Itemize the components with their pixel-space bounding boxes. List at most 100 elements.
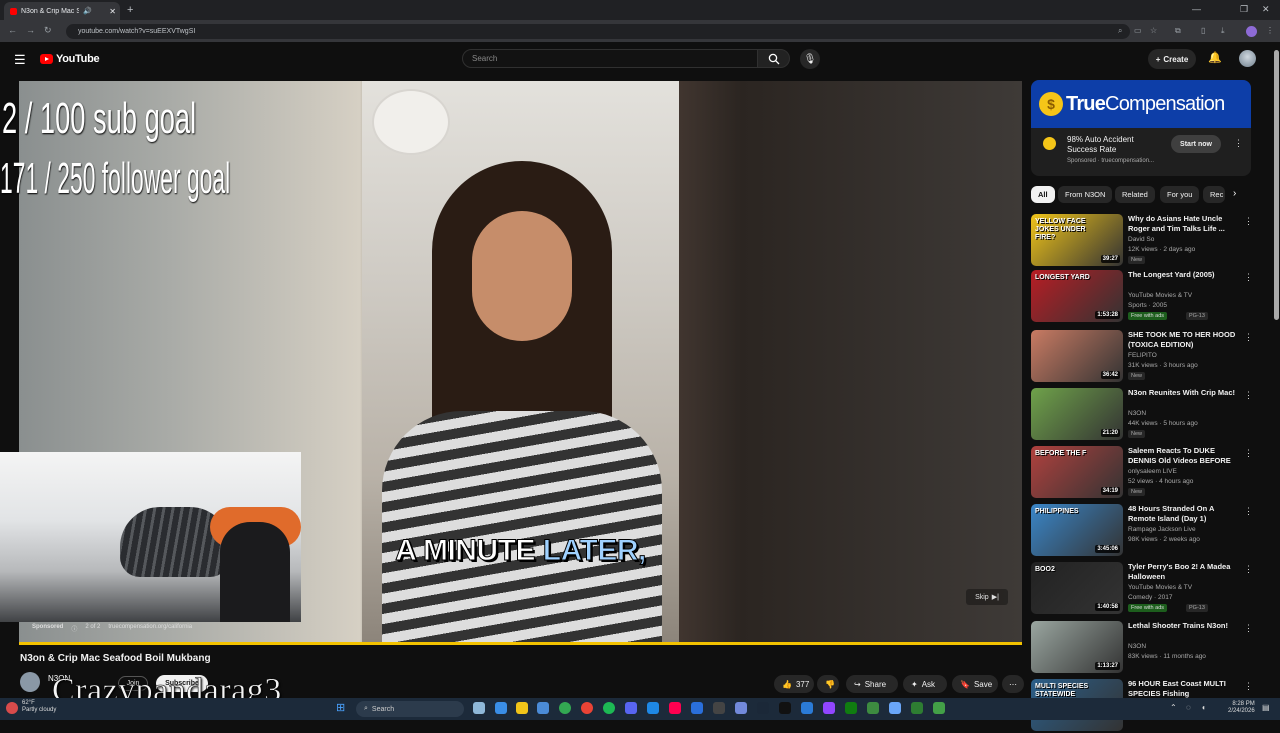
ad-url-link[interactable]: truecompensation.org/california (108, 624, 192, 633)
app5-icon[interactable] (867, 702, 879, 714)
new-tab-button[interactable]: + (127, 4, 133, 16)
dislike-button[interactable]: 👎 (817, 675, 839, 693)
cast-icon[interactable]: ▭ (1134, 26, 1142, 35)
zoom-icon[interactable]: ⌕ (1118, 26, 1122, 36)
video-thumbnail[interactable]: 36:42 (1031, 330, 1123, 382)
like-button[interactable]: 👍 377 (774, 675, 814, 693)
recommendation-item[interactable]: YELLOW FACE JOKES UNDER FIRE? 39:27 Why do… (1031, 214, 1263, 268)
recommendation-title[interactable]: Why do Asians Hate Uncle Roger and Tim T… (1128, 214, 1236, 234)
account-avatar[interactable] (1239, 50, 1256, 67)
browser-tab[interactable]: N3on & Crip Mac Seafood 🔊 ✕ (4, 2, 120, 20)
sidebar-icon[interactable]: ▯ (1201, 26, 1205, 35)
notifications-bell-icon[interactable]: 🔔 (1208, 51, 1222, 64)
more-vertical-icon[interactable]: ⋮ (1244, 681, 1253, 692)
app-icon[interactable] (647, 702, 659, 714)
app6-icon[interactable] (889, 702, 901, 714)
forward-icon[interactable]: → (26, 25, 35, 35)
close-window-icon[interactable]: ✕ (1262, 4, 1270, 15)
weather-widget[interactable]: 62°F Partly cloudy (22, 700, 56, 714)
recommendation-channel[interactable]: N3ON (1128, 643, 1146, 650)
save-button[interactable]: 🔖 Save (952, 675, 998, 693)
recommendation-title[interactable]: Lethal Shooter Trains N3on! (1128, 621, 1236, 631)
speaker-icon[interactable]: 🔊 (83, 7, 92, 15)
video-thumbnail[interactable]: BOO2 1:40:58 (1031, 562, 1123, 614)
video-thumbnail[interactable]: 21:20 (1031, 388, 1123, 440)
chip-for-you[interactable]: For you (1160, 186, 1200, 203)
ad-title[interactable]: 98% Auto Accident Success Rate (1067, 135, 1147, 155)
hamburger-menu-icon[interactable]: ☰ (14, 52, 26, 68)
browser-profile-avatar[interactable] (1246, 26, 1257, 37)
recommendation-item[interactable]: BEFORE THE F 34:19 Saleem Reacts To DUKE D… (1031, 446, 1263, 500)
video-thumbnail[interactable]: BEFORE THE F 34:19 (1031, 446, 1123, 498)
ad-banner[interactable]: $ TrueCompensation (1031, 80, 1251, 128)
share-button[interactable]: ↪ Share (846, 675, 898, 693)
video-thumbnail[interactable]: LONGEST YARD 1:53:28 (1031, 270, 1123, 322)
recommendation-title[interactable]: Tyler Perry's Boo 2! A Madea Halloween (1128, 562, 1236, 582)
taskbar-search[interactable]: ⌕ Search (356, 701, 464, 717)
recommendation-item[interactable]: BOO2 1:40:58 Tyler Perry's Boo 2! A Madea … (1031, 562, 1263, 616)
chrome-active-icon[interactable] (581, 702, 593, 714)
recommendation-title[interactable]: Saleem Reacts To DUKE DENNIS Old Videos … (1128, 446, 1236, 468)
more-vertical-icon[interactable]: ⋮ (1244, 332, 1253, 343)
recommendation-title[interactable]: 48 Hours Stranded On A Remote Island (Da… (1128, 504, 1236, 524)
search-button[interactable] (757, 49, 790, 68)
wifi-icon[interactable]: ◌ (1186, 703, 1191, 712)
browser-menu-icon[interactable]: ⋮ (1266, 26, 1274, 35)
more-vertical-icon[interactable]: ⋮ (1244, 623, 1253, 634)
recommendation-channel[interactable]: Rampage Jackson Live (1128, 526, 1196, 533)
spotify-icon[interactable] (603, 702, 615, 714)
create-button[interactable]: + Create (1148, 49, 1196, 69)
app2-icon[interactable] (691, 702, 703, 714)
skip-ad-button[interactable]: Skip ▶| (966, 589, 1008, 605)
video-thumbnail[interactable]: YELLOW FACE JOKES UNDER FIRE? 39:27 (1031, 214, 1123, 266)
twitch-icon[interactable] (823, 702, 835, 714)
app3-icon[interactable] (735, 702, 747, 714)
recommendation-title[interactable]: SHE TOOK ME TO HER HOOD (TOXICA EDITION) (1128, 330, 1236, 350)
download-icon[interactable]: ⤓ (1221, 26, 1225, 36)
recommendation-channel[interactable]: onlysaleem LIVE (1128, 468, 1177, 475)
chip-all[interactable]: All (1031, 186, 1055, 203)
more-vertical-icon[interactable]: ⋮ (1244, 272, 1253, 283)
recommendation-channel[interactable]: FELIPITO (1128, 352, 1157, 359)
discord-icon[interactable] (625, 702, 637, 714)
extensions-icon[interactable]: ⧉ (1175, 26, 1181, 36)
store-icon[interactable] (537, 702, 549, 714)
volume-icon[interactable]: ◖ (1201, 703, 1206, 712)
recommendation-channel[interactable]: YouTube Movies & TV (1128, 292, 1192, 299)
app4-icon[interactable] (801, 702, 813, 714)
chrome-icon[interactable] (559, 702, 571, 714)
recommendation-channel[interactable]: David So (1128, 236, 1154, 243)
recommendation-item[interactable]: LONGEST YARD 1:53:28 The Longest Yard (200… (1031, 270, 1263, 324)
voice-search-button[interactable]: 🎙 (800, 49, 820, 69)
bookmark-star-icon[interactable]: ☆ (1150, 26, 1157, 35)
recommendation-item[interactable]: PHILIPPINES 3:45:06 48 Hours Stranded On A… (1031, 504, 1263, 558)
video-thumbnail[interactable]: 1:13:27 (1031, 621, 1123, 673)
chip-recent[interactable]: Rec (1203, 186, 1225, 203)
taskbar-clock[interactable]: 8:28 PM 2/24/2026 (1228, 701, 1255, 715)
recommendation-channel[interactable]: YouTube Movies & TV (1128, 584, 1192, 591)
close-tab-icon[interactable]: ✕ (109, 7, 116, 16)
ad-more-icon[interactable]: ⋮ (1234, 138, 1243, 149)
more-vertical-icon[interactable]: ⋮ (1244, 506, 1253, 517)
more-vertical-icon[interactable]: ⋮ (1244, 448, 1253, 459)
steam-icon[interactable] (757, 702, 769, 714)
page-scrollbar[interactable] (1274, 50, 1279, 320)
more-vertical-icon[interactable]: ⋮ (1244, 216, 1253, 227)
chip-from-channel[interactable]: From N3ON (1058, 186, 1113, 203)
task-view-icon[interactable] (473, 702, 485, 714)
youtube-logo[interactable]: YouTube (40, 53, 100, 65)
reload-icon[interactable]: ↻ (44, 25, 52, 36)
sidebar-ad-card[interactable]: $ TrueCompensation 98% Auto Accident Suc… (1031, 80, 1251, 176)
ask-button[interactable]: ✦ Ask (903, 675, 947, 693)
chip-related[interactable]: Related (1115, 186, 1155, 203)
start-now-button[interactable]: Start now (1171, 135, 1221, 153)
recommendation-item[interactable]: 21:20 N3on Reunites With Crip Mac! N3ON 44K… (1031, 388, 1263, 442)
video-thumbnail[interactable]: PHILIPPINES 3:45:06 (1031, 504, 1123, 556)
file-explorer-icon[interactable] (516, 702, 528, 714)
xbox-icon[interactable] (845, 702, 857, 714)
chevron-right-icon[interactable]: › (1233, 188, 1236, 199)
info-icon[interactable]: ⓘ (71, 624, 77, 633)
maximize-icon[interactable]: ❐ (1240, 4, 1248, 15)
minecraft-icon[interactable] (933, 702, 945, 714)
minimize-icon[interactable]: — (1192, 4, 1201, 14)
